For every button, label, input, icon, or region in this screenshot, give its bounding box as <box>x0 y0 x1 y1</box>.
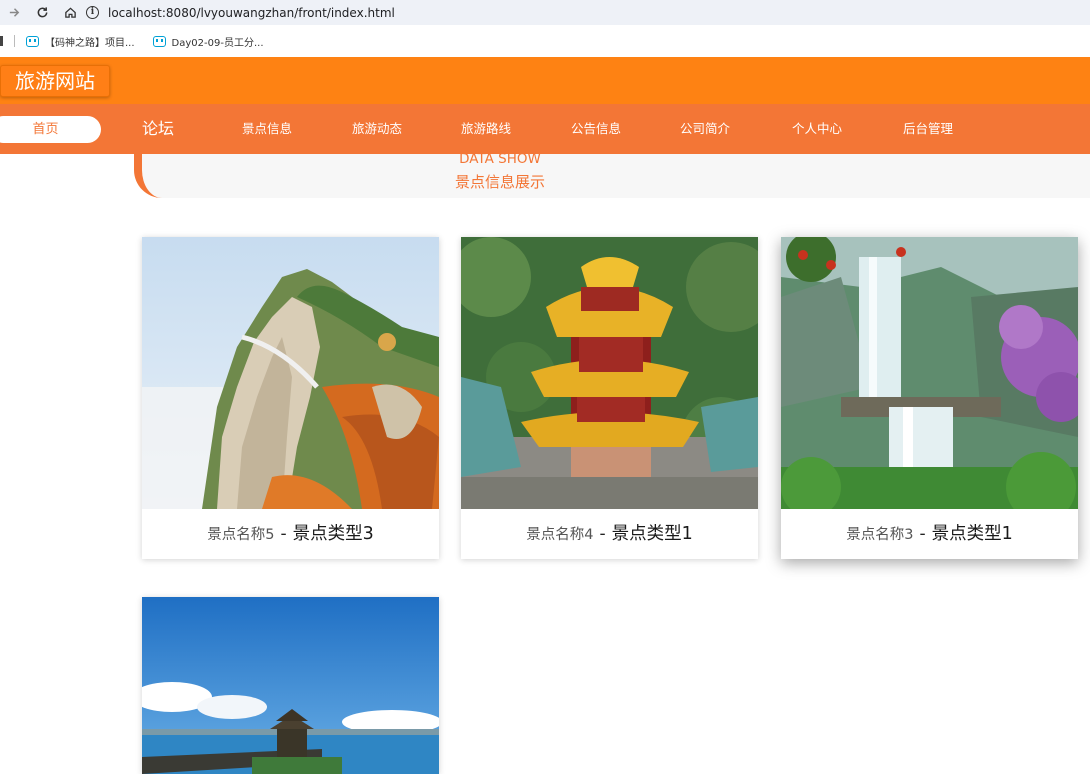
site-header: 旅游网站 <box>0 57 1090 104</box>
caption-separator: - <box>919 524 926 544</box>
forward-icon[interactable] <box>0 0 28 25</box>
attraction-type: 景点类型1 <box>931 524 1013 544</box>
attraction-name: 景点名称5 <box>207 527 275 543</box>
seaside-pavilion-pier-photo[interactable] <box>142 597 439 774</box>
attraction-card[interactable] <box>142 597 439 774</box>
nav-item-user-center[interactable]: 个人中心 <box>792 104 842 154</box>
site-logo[interactable]: 旅游网站 <box>0 65 110 97</box>
section-title-en: DATA SHOW <box>459 151 541 167</box>
bookmark-item-1[interactable]: 【码神之路】项目... <box>26 34 135 49</box>
home-icon[interactable] <box>56 0 84 25</box>
site-info-icon[interactable]: i <box>86 6 99 19</box>
nav-item-forum[interactable]: 论坛 <box>142 104 174 154</box>
yellow-pavilion-tower-photo[interactable] <box>461 237 758 509</box>
card-caption: 景点名称3- 景点类型1 <box>781 509 1078 559</box>
card-caption: 景点名称5- 景点类型3 <box>142 509 439 559</box>
attraction-name: 景点名称4 <box>526 527 594 543</box>
bookmarks-bar: 【码神之路】项目... Day02-09-员工分... <box>0 25 1090 57</box>
bilibili-icon <box>26 35 39 47</box>
nav-item-travel-routes[interactable]: 旅游路线 <box>461 104 511 154</box>
bookmark-label: 【码神之路】项目... <box>45 37 135 49</box>
bookmark-separator <box>14 35 15 47</box>
url-text: localhost:8080/lvyouwangzhan/front/index… <box>108 6 395 20</box>
bookmark-label: Day02-09-员工分... <box>171 37 264 49</box>
nav-item-attractions[interactable]: 景点信息 <box>242 104 292 154</box>
attraction-card[interactable]: 景点名称4- 景点类型1 <box>461 237 758 559</box>
nav-item-announcements[interactable]: 公告信息 <box>571 104 621 154</box>
url-host: localhost <box>108 5 162 20</box>
section-title: DATA SHOW 景点信息展示 <box>134 151 1090 198</box>
reload-icon[interactable] <box>28 0 56 25</box>
apps-grid-icon[interactable] <box>0 36 3 46</box>
waterfall-photo[interactable] <box>781 237 1078 509</box>
nav-item-travel-news[interactable]: 旅游动态 <box>352 104 402 154</box>
attraction-type: 景点类型1 <box>611 524 693 544</box>
nav-item-admin[interactable]: 后台管理 <box>903 104 953 154</box>
nav-item-home[interactable]: 首页 <box>0 116 101 143</box>
section-title-cn: 景点信息展示 <box>454 173 545 191</box>
url-path: :8080/lvyouwangzhan/front/index.html <box>161 5 395 20</box>
nav-item-company-intro[interactable]: 公司简介 <box>680 104 730 154</box>
main-nav: 首页 论坛 景点信息 旅游动态 旅游路线 公告信息 公司简介 个人中心 后台管理 <box>0 104 1090 154</box>
url-field[interactable]: i localhost:8080/lvyouwangzhan/front/ind… <box>86 6 395 20</box>
caption-separator: - <box>280 524 287 544</box>
attraction-card[interactable]: 景点名称3- 景点类型1 <box>781 237 1078 559</box>
browser-address-bar: i localhost:8080/lvyouwangzhan/front/ind… <box>0 0 1090 25</box>
caption-separator: - <box>599 524 606 544</box>
attraction-name: 景点名称3 <box>846 527 914 543</box>
bookmark-item-2[interactable]: Day02-09-员工分... <box>152 34 264 49</box>
attraction-type: 景点类型3 <box>292 524 374 544</box>
bilibili-icon <box>152 35 166 47</box>
card-caption: 景点名称4- 景点类型1 <box>461 509 758 559</box>
attraction-card[interactable]: 景点名称5- 景点类型3 <box>142 237 439 559</box>
mountain-cliff-path-photo[interactable] <box>142 237 439 509</box>
